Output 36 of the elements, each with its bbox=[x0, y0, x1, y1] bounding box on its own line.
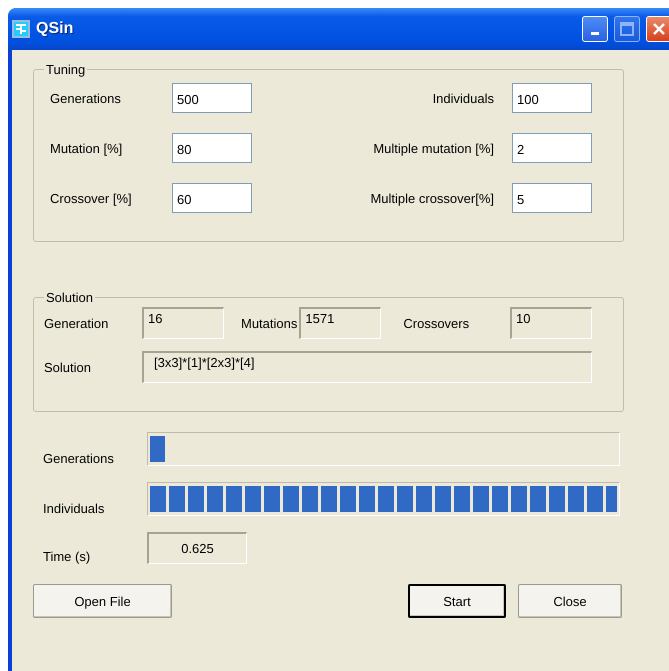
field-label: Mutations bbox=[241, 316, 298, 330]
field-label: Multiple mutation [%] bbox=[372, 140, 494, 156]
field-label: Individuals bbox=[432, 90, 494, 106]
field-label: Generation bbox=[44, 316, 110, 330]
input-field[interactable]: 100 bbox=[512, 83, 592, 113]
input-field[interactable]: 2 bbox=[512, 133, 592, 163]
progress-label: Generations bbox=[43, 451, 115, 466]
field-label: Crossover [%] bbox=[50, 190, 133, 206]
minimize-button[interactable] bbox=[582, 16, 608, 42]
readout-field: [3x3]*[1]*[2x3]*[4] bbox=[142, 351, 592, 383]
readout-field: 0.625 bbox=[147, 532, 247, 564]
input-field[interactable]: 500 bbox=[172, 83, 252, 113]
start-button[interactable]: Start bbox=[408, 584, 506, 618]
group-title: Solution bbox=[45, 290, 94, 305]
close-button[interactable]: Close bbox=[518, 584, 622, 618]
input-field[interactable]: 80 bbox=[172, 133, 252, 163]
field-label: Crossovers bbox=[403, 316, 470, 330]
window-title: QSin bbox=[36, 20, 74, 38]
close-button[interactable] bbox=[646, 16, 669, 42]
progress-label: Individuals bbox=[43, 501, 106, 516]
field-label: Multiple crossover[%] bbox=[370, 190, 494, 206]
close-icon bbox=[652, 22, 666, 36]
input-field[interactable]: 60 bbox=[172, 183, 252, 213]
input-field[interactable]: 5 bbox=[512, 183, 592, 213]
group-title: Tuning bbox=[45, 62, 86, 77]
app-icon bbox=[12, 20, 30, 38]
maximize-icon bbox=[620, 22, 634, 36]
minimize-icon bbox=[591, 32, 599, 34]
field-label: Solution bbox=[44, 360, 92, 374]
readout-field: 1571 bbox=[299, 307, 382, 339]
field-label: Time (s) bbox=[43, 549, 92, 564]
readout-field: 10 bbox=[510, 307, 592, 339]
field-label: Generations bbox=[50, 90, 122, 106]
field-label: Mutation [%] bbox=[50, 140, 124, 156]
open-file-button[interactable]: Open File bbox=[33, 584, 172, 618]
readout-field: 16 bbox=[142, 307, 224, 339]
